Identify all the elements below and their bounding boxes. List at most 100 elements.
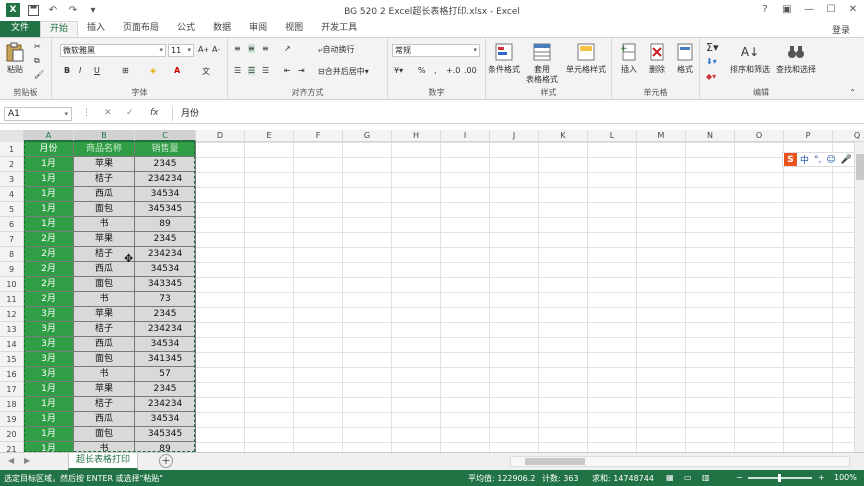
zoom-level[interactable]: 100% [834,473,857,482]
row-header[interactable]: 1 [0,142,24,157]
zoom-in-icon[interactable]: + [818,473,825,482]
table-cell[interactable]: 书 [74,367,135,382]
help-icon[interactable]: ? [754,0,776,18]
ime-voice-icon[interactable]: 🎤 [841,155,852,165]
font-size-select[interactable]: 11 [168,44,194,57]
align-center-icon[interactable]: ☰ [248,66,256,75]
sheet-tab[interactable]: 超长表格打印 [68,453,138,470]
align-bottom-icon[interactable]: ≡ [262,44,269,53]
table-cell[interactable]: 1月 [24,397,74,412]
table-cell[interactable]: 2345 [135,382,196,397]
row-header[interactable]: 3 [0,172,24,187]
column-header[interactable]: N [686,130,735,142]
column-header[interactable]: O [735,130,784,142]
table-cell[interactable]: 西瓜 [74,187,135,202]
table-cell[interactable]: 苹果 [74,382,135,397]
column-header[interactable]: M [637,130,686,142]
phonetic-icon[interactable]: 文 [202,66,210,77]
tab-page-layout[interactable]: 页面布局 [114,21,168,37]
row-header[interactable]: 9 [0,262,24,277]
format-painter-icon[interactable]: 🖌 [34,70,44,79]
cell-styles-button[interactable]: 单元格样式 [566,41,606,75]
cut-icon[interactable]: ✂ [34,42,41,51]
tab-data[interactable]: 数据 [204,21,240,37]
table-cell[interactable]: 2月 [24,247,74,262]
column-header[interactable]: L [588,130,637,142]
table-cell[interactable]: 3月 [24,322,74,337]
row-header[interactable]: 14 [0,337,24,352]
table-cell[interactable]: 3月 [24,307,74,322]
autosum-icon[interactable]: Σ▾ [706,41,718,54]
grow-font-icon[interactable]: A + [198,45,209,54]
column-header[interactable]: C [135,130,196,142]
table-cell[interactable]: 34534 [135,337,196,352]
redo-icon[interactable]: ↷ [66,3,80,17]
ime-toolbar[interactable]: S 中 °, ☺ 🎤 [782,152,864,167]
table-cell[interactable]: 234234 [135,322,196,337]
row-header[interactable]: 21 [0,442,24,452]
table-cell[interactable]: 1月 [24,202,74,217]
row-header[interactable]: 4 [0,187,24,202]
table-cell[interactable]: 3月 [24,352,74,367]
row-header[interactable]: 5 [0,202,24,217]
column-header[interactable]: E [245,130,294,142]
tab-formulas[interactable]: 公式 [168,21,204,37]
name-box[interactable]: A1 [4,107,72,121]
column-header[interactable]: G [343,130,392,142]
number-format-select[interactable]: 常规 [392,44,480,57]
align-middle-icon[interactable]: ≡ [248,44,255,53]
column-header[interactable]: P [784,130,833,142]
format-as-table-button[interactable]: 套用 表格格式 [526,41,558,85]
table-cell[interactable]: 341345 [135,352,196,367]
table-cell[interactable]: 桔子 [74,322,135,337]
currency-icon[interactable]: ¥▾ [394,66,403,75]
tab-insert[interactable]: 插入 [78,21,114,37]
table-cell[interactable]: 345345 [135,427,196,442]
cancel-icon[interactable]: ✕ [104,108,112,118]
fill-icon[interactable]: ⬇▾ [706,57,717,66]
decrease-indent-icon[interactable]: ⇤ [284,66,291,75]
table-cell[interactable]: 书 [74,217,135,232]
column-header[interactable]: D [196,130,245,142]
horizontal-scroll-thumb[interactable] [525,458,585,465]
shrink-font-icon[interactable]: A- [212,45,220,54]
table-cell[interactable]: 89 [135,217,196,232]
paste-button[interactable]: 粘贴 [4,41,26,75]
insert-function-icon[interactable]: fx [150,108,159,118]
page-break-view-icon[interactable]: ▥ [702,473,710,482]
bold-icon[interactable]: B [64,66,70,75]
table-cell[interactable]: 2345 [135,157,196,172]
table-cell[interactable]: 1月 [24,412,74,427]
row-header[interactable]: 6 [0,217,24,232]
maximize-icon[interactable]: ☐ [820,0,842,18]
table-cell[interactable]: 2345 [135,307,196,322]
align-left-icon[interactable]: ☰ [234,66,241,75]
row-header[interactable]: 8 [0,247,24,262]
table-cell[interactable]: 桔子 [74,172,135,187]
table-cell[interactable]: 89 [135,442,196,452]
table-cell[interactable]: 2月 [24,277,74,292]
table-cell[interactable]: 2345 [135,232,196,247]
table-cell[interactable]: 西瓜 [74,412,135,427]
insert-cells-button[interactable]: + 插入 [618,41,640,75]
borders-icon[interactable]: ⊞ [122,66,129,75]
table-cell[interactable]: 1月 [24,382,74,397]
fill-color-icon[interactable]: ◈ [150,66,156,75]
column-header[interactable]: B [74,130,135,142]
table-cell[interactable]: 西瓜 [74,337,135,352]
row-header[interactable]: 10 [0,277,24,292]
format-cells-button[interactable]: 格式 [674,41,696,75]
ribbon-display-icon[interactable]: ▣ [776,0,798,18]
table-cell[interactable]: 销售量 [135,142,196,157]
minimize-icon[interactable]: — [798,0,820,18]
table-cell[interactable]: 234234 [135,172,196,187]
horizontal-scrollbar[interactable] [510,456,850,467]
table-cell[interactable]: 3月 [24,367,74,382]
increase-indent-icon[interactable]: ⇥ [298,66,305,75]
table-cell[interactable]: 1月 [24,427,74,442]
table-cell[interactable]: 73 [135,292,196,307]
tab-developer[interactable]: 开发工具 [312,21,366,37]
table-cell[interactable]: 1月 [24,157,74,172]
table-cell[interactable]: 1月 [24,442,74,452]
table-cell[interactable]: 面包 [74,427,135,442]
